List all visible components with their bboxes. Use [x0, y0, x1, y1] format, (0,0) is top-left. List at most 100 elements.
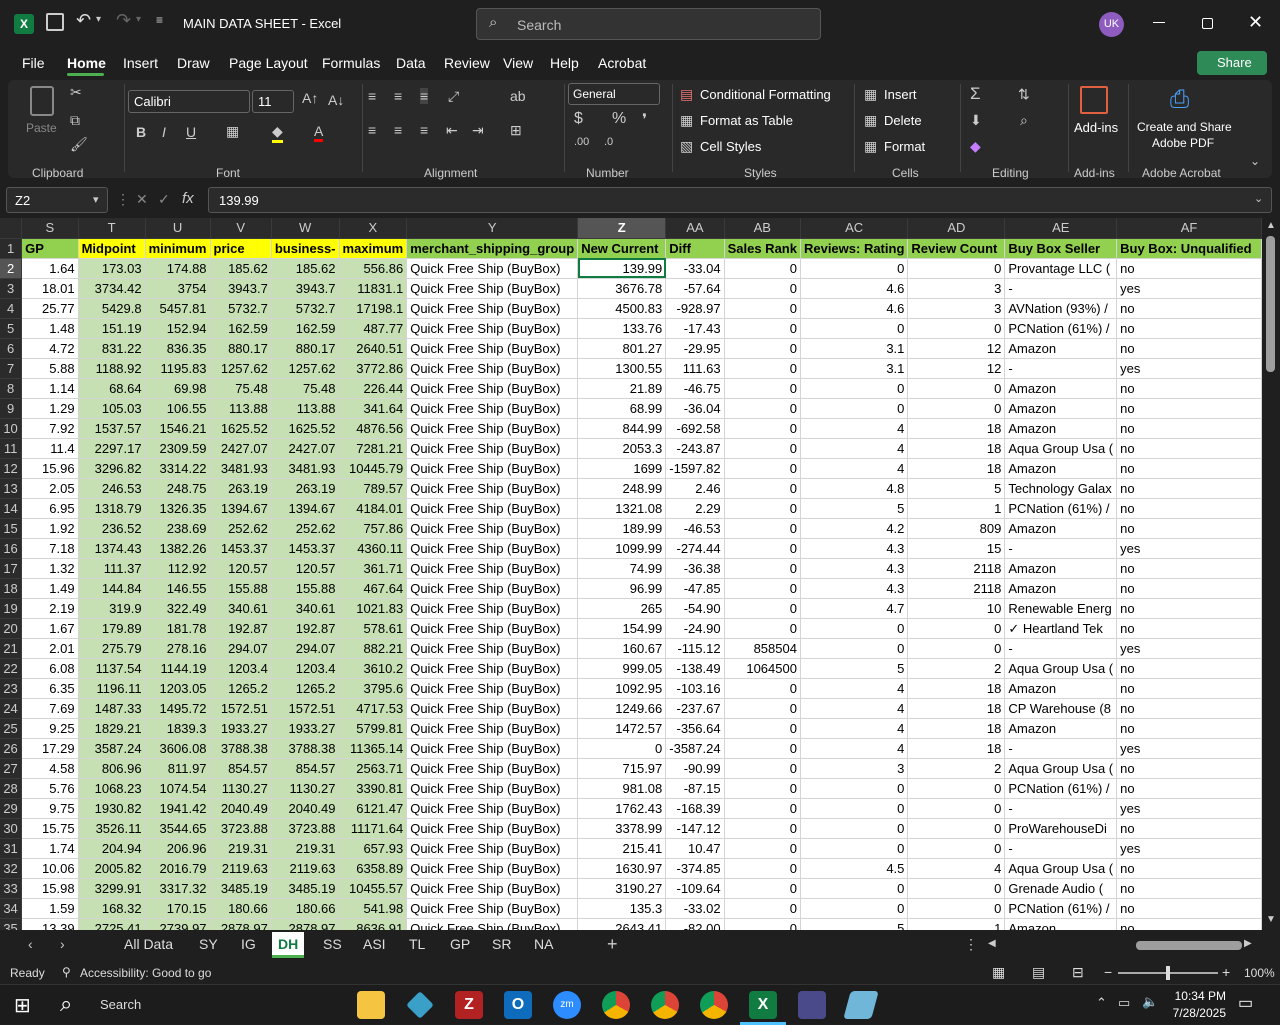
delete-cells-button[interactable]: Delete [884, 113, 922, 128]
grid-cell[interactable]: 17198.1 [339, 298, 408, 319]
grid-cell[interactable]: 1630.97 [577, 858, 667, 879]
grid-cell[interactable]: Quick Free Ship (BuyBox) [406, 358, 579, 379]
grid-cell[interactable]: 0 [907, 798, 1006, 819]
grid-cell[interactable]: 18 [907, 438, 1006, 459]
grid-cell[interactable]: 0 [724, 858, 801, 879]
column-header[interactable]: T [78, 218, 146, 239]
grid-cell[interactable]: 219.31 [210, 838, 272, 859]
header-cell[interactable]: Diff [665, 238, 725, 259]
format-cells-button[interactable]: Format [884, 139, 925, 154]
menu-file[interactable]: File [22, 55, 45, 71]
grid-cell[interactable]: 2427.07 [271, 438, 340, 459]
grid-cell[interactable]: Technology Galax [1004, 478, 1118, 499]
grid-cell[interactable]: 340.61 [271, 598, 340, 619]
grid-cell[interactable]: 10 [907, 598, 1006, 619]
grid-cell[interactable]: 13.39 [21, 918, 79, 930]
addins-button[interactable]: Add-ins [1074, 120, 1118, 135]
grid-cell[interactable]: 155.88 [271, 578, 340, 599]
tab-gp[interactable]: GP [450, 936, 470, 952]
row-header[interactable]: 1 [0, 238, 23, 259]
grid-cell[interactable]: 0 [907, 838, 1006, 859]
grid-cell[interactable]: 113.88 [271, 398, 340, 419]
grid-cell[interactable]: 0 [724, 918, 801, 930]
grid-cell[interactable]: 4.3 [800, 578, 909, 599]
grid-cell[interactable]: 4717.53 [339, 698, 408, 719]
create-share-pdf-label-2[interactable]: Adobe PDF [1152, 136, 1214, 150]
grid-cell[interactable]: 1394.67 [210, 498, 272, 519]
row-header[interactable]: 34 [0, 898, 23, 919]
grid-cell[interactable]: 113.88 [210, 398, 272, 419]
grid-cell[interactable]: no [1116, 378, 1262, 399]
create-share-pdf-label-1[interactable]: Create and Share [1137, 120, 1232, 134]
underline-icon[interactable]: U [186, 124, 196, 140]
grid-cell[interactable]: Quick Free Ship (BuyBox) [406, 798, 579, 819]
header-cell[interactable]: Sales Rank [724, 238, 801, 259]
row-header[interactable]: 19 [0, 598, 23, 619]
grid-cell[interactable]: 18 [907, 718, 1006, 739]
align-bottom-icon[interactable]: ≡ [420, 88, 429, 104]
grid-cell[interactable]: -147.12 [665, 818, 725, 839]
grid-cell[interactable]: no [1116, 858, 1262, 879]
grid-cell[interactable]: -3587.24 [665, 738, 725, 759]
accessibility-status[interactable]: Accessibility: Good to go [80, 966, 211, 980]
grid-cell[interactable]: 2878.97 [271, 918, 340, 930]
grid-cell[interactable]: 0 [724, 558, 801, 579]
row-header[interactable]: 23 [0, 678, 23, 699]
grid-cell[interactable]: 8636.91 [339, 918, 408, 930]
grid-cell[interactable]: no [1116, 618, 1262, 639]
grid-cell[interactable]: 2.46 [665, 478, 725, 499]
grid-cell[interactable]: 854.57 [271, 758, 340, 779]
grid-cell[interactable]: 3.1 [800, 358, 909, 379]
format-as-table-button[interactable]: Format as Table [700, 113, 793, 128]
grid-cell[interactable]: 0 [724, 898, 801, 919]
row-header[interactable]: 10 [0, 418, 23, 439]
font-size-select[interactable]: 11 [252, 90, 294, 113]
grid-cell[interactable]: 6.08 [21, 658, 79, 679]
grid-cell[interactable]: -36.04 [665, 398, 725, 419]
grid-cell[interactable]: 3 [907, 278, 1006, 299]
grid-cell[interactable]: 263.19 [271, 478, 340, 499]
grid-cell[interactable]: Quick Free Ship (BuyBox) [406, 258, 579, 279]
grid-cell[interactable]: Quick Free Ship (BuyBox) [406, 698, 579, 719]
grid-cell[interactable]: 154.99 [577, 618, 667, 639]
grid-cell[interactable]: 170.15 [145, 898, 211, 919]
grid-cell[interactable]: 0 [907, 898, 1006, 919]
grid-cell[interactable]: Grenade Audio ( [1004, 878, 1118, 899]
grid-cell[interactable]: no [1116, 418, 1262, 439]
grid-cell[interactable]: 3943.7 [271, 278, 340, 299]
grid-cell[interactable]: no [1116, 458, 1262, 479]
grid-cell[interactable]: 1546.21 [145, 418, 211, 439]
row-header[interactable]: 27 [0, 758, 23, 779]
grid-cell[interactable]: Quick Free Ship (BuyBox) [406, 578, 579, 599]
grid-cell[interactable]: 6121.47 [339, 798, 408, 819]
grid-cell[interactable]: 3296.82 [78, 458, 146, 479]
grid-cell[interactable]: 139.99 [577, 258, 667, 279]
grid-cell[interactable]: Quick Free Ship (BuyBox) [406, 618, 579, 639]
menu-page-layout[interactable]: Page Layout [229, 55, 308, 71]
grid-cell[interactable]: 0 [907, 818, 1006, 839]
grid-cell[interactable]: no [1116, 558, 1262, 579]
grid-cell[interactable]: no [1116, 678, 1262, 699]
grid-cell[interactable]: 1.48 [21, 318, 79, 339]
select-all-corner[interactable] [0, 218, 23, 239]
autosum-icon[interactable]: Σ [970, 84, 981, 104]
grid-cell[interactable]: 10445.79 [339, 458, 408, 479]
grid-cell[interactable]: 10.47 [665, 838, 725, 859]
grid-cell[interactable]: no [1116, 718, 1262, 739]
grid-cell[interactable]: 15 [907, 538, 1006, 559]
grid-cell[interactable]: PCNation (61%) / [1004, 318, 1118, 339]
grid-cell[interactable]: PCNation (61%) / [1004, 778, 1118, 799]
grid-cell[interactable]: 5429.8 [78, 298, 146, 319]
grid-cell[interactable]: 3 [907, 298, 1006, 319]
row-header[interactable]: 14 [0, 498, 23, 519]
grid-cell[interactable]: 1092.95 [577, 678, 667, 699]
grid-cell[interactable]: -356.64 [665, 718, 725, 739]
clock-time[interactable]: 10:34 PM [1170, 989, 1226, 1003]
grid-cell[interactable]: 3314.22 [145, 458, 211, 479]
grid-cell[interactable]: 882.21 [339, 638, 408, 659]
grid-cell[interactable]: - [1004, 798, 1118, 819]
grid-cell[interactable]: 3481.93 [271, 458, 340, 479]
grid-cell[interactable]: no [1116, 518, 1262, 539]
grid-cell[interactable]: 4 [800, 678, 909, 699]
row-header[interactable]: 32 [0, 858, 23, 879]
